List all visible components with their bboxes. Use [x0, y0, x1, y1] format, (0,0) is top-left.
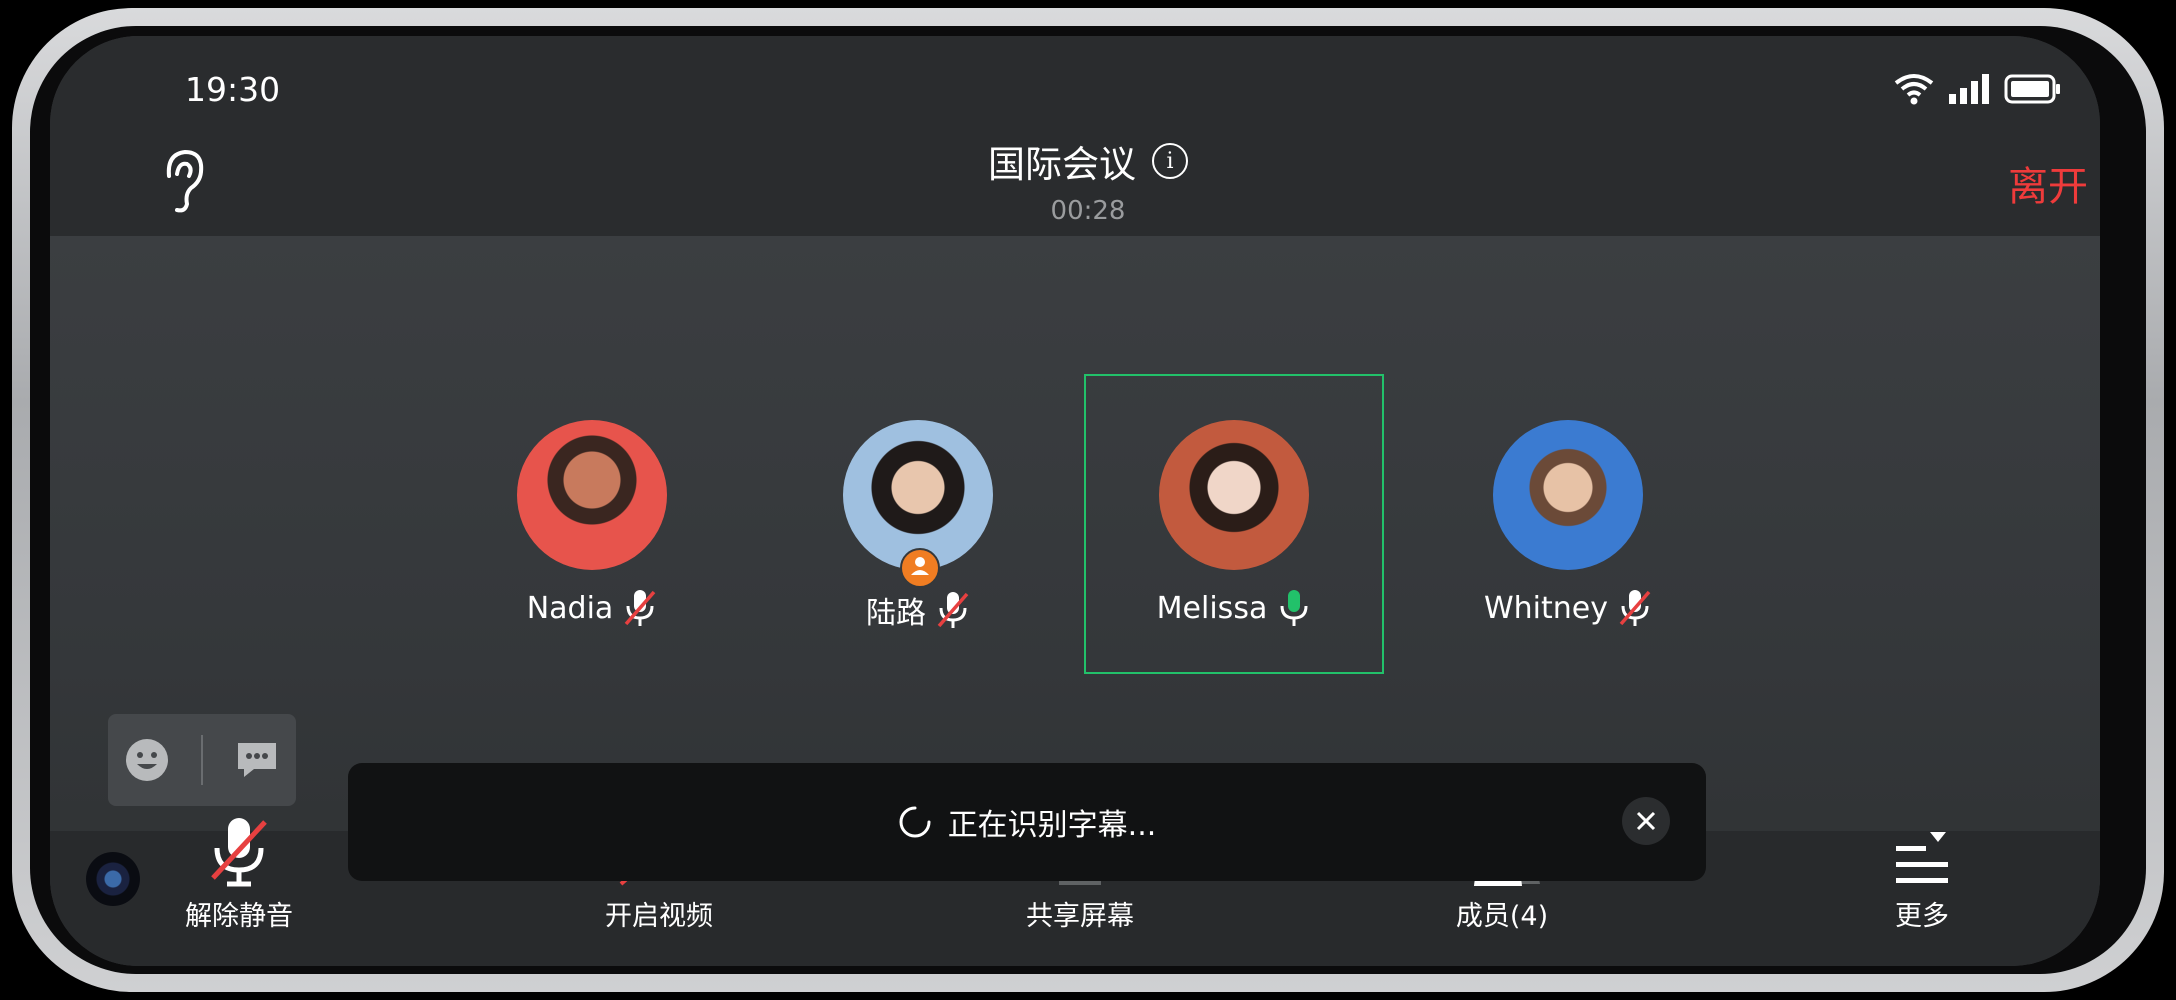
unmute-label: 解除静音: [185, 901, 293, 932]
avatar: [517, 420, 667, 570]
reaction-chat-box: [108, 714, 296, 806]
participant-name: Melissa: [1156, 590, 1268, 626]
close-icon: [1636, 811, 1656, 831]
start-video-label: 开启视频: [605, 901, 713, 932]
chat-icon[interactable]: [234, 739, 280, 781]
caption-status-bar: 正在识别字幕...: [348, 763, 1706, 881]
meeting-title-row[interactable]: 国际会议 i: [988, 134, 1188, 188]
avatar: [1159, 420, 1309, 570]
unmute-button[interactable]: 解除静音: [129, 808, 349, 933]
participant-name: Whitney: [1484, 590, 1608, 626]
loading-spinner-icon: [899, 806, 931, 838]
mic-muted-icon: [1619, 590, 1651, 626]
participant-name: Nadia: [526, 590, 614, 626]
avatar: [1493, 420, 1643, 570]
info-icon[interactable]: i: [1152, 143, 1188, 179]
more-button[interactable]: 更多: [1812, 808, 2032, 933]
mic-muted-icon: [937, 592, 969, 628]
status-icons: [1894, 72, 2062, 106]
wifi-icon: [1894, 74, 1934, 105]
emoji-icon[interactable]: [124, 737, 170, 783]
meeting-timer: 00:28: [1050, 196, 1126, 226]
meeting-header: 国际会议 i 00:28: [0, 134, 2176, 226]
close-caption-button[interactable]: [1622, 797, 1670, 845]
members-label: 成员(4): [1455, 901, 1549, 932]
divider: [200, 735, 203, 785]
leave-button[interactable]: 离开: [2008, 154, 2088, 212]
participant-tile[interactable]: 陆路: [768, 420, 1068, 632]
share-screen-label: 共享屏幕: [1026, 901, 1134, 932]
caption-status-text: 正在识别字幕...: [947, 808, 1157, 843]
status-time: 19:30: [185, 70, 281, 109]
meeting-title: 国际会议: [988, 143, 1136, 186]
participant-tile[interactable]: Whitney: [1418, 420, 1718, 628]
participant-tile[interactable]: Nadia: [442, 420, 742, 628]
more-menu-icon: [1896, 832, 1948, 883]
mic-active-icon: [1280, 590, 1308, 626]
host-badge-icon: [900, 548, 940, 588]
participant-name: 陆路: [866, 596, 926, 631]
more-label: 更多: [1895, 901, 1949, 932]
signal-icon: [1949, 74, 1989, 104]
battery-icon: [2004, 74, 2060, 104]
mic-muted-icon: [624, 590, 656, 626]
mic-muted-icon: [211, 818, 267, 887]
participant-tile-active[interactable]: Melissa: [1084, 420, 1384, 628]
